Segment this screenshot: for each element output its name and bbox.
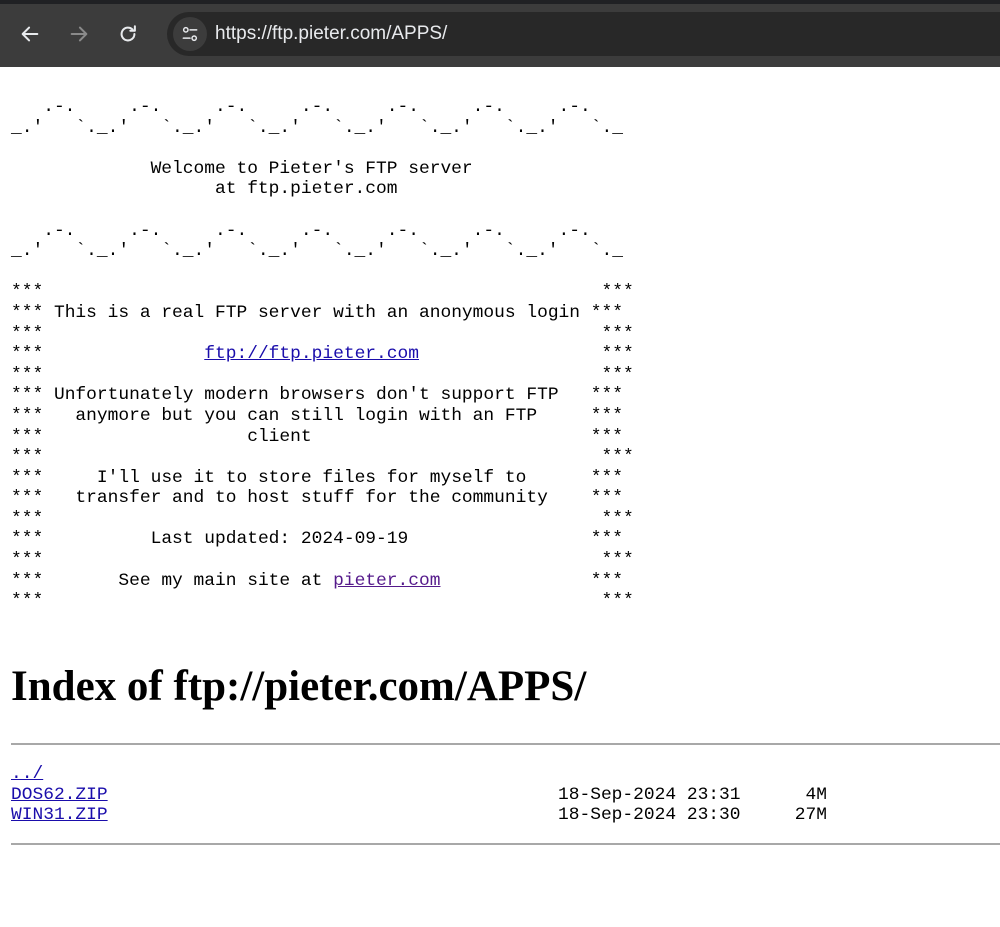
star-border: ***	[590, 385, 623, 406]
star-border: ***	[590, 467, 623, 488]
forward-button[interactable]	[63, 18, 95, 50]
arrow-left-icon	[21, 26, 39, 42]
table-row: DOS62.ZIP 18-Sep-2024 23:31 4M	[11, 785, 1000, 806]
tab-strip-edge	[0, 0, 1000, 4]
star-border: ***	[601, 508, 634, 529]
file-listing: ../ DOS62.ZIP 18-Sep-2024 23:31 4M WIN31…	[11, 764, 1000, 826]
star-border: ***	[590, 302, 623, 323]
star-border: ***	[11, 467, 44, 488]
star-border: ***	[11, 405, 44, 426]
back-button[interactable]	[14, 18, 46, 50]
table-row: WIN31.ZIP 18-Sep-2024 23:30 27M	[11, 805, 1000, 826]
welcome-line-2: at ftp.pieter.com	[11, 179, 398, 200]
star-border: ***	[11, 529, 44, 550]
star-border: ***	[11, 364, 44, 385]
bottom-divider	[11, 843, 1000, 845]
file-link-win31[interactable]: WIN31.ZIP	[11, 805, 108, 826]
star-border: ***	[11, 550, 44, 571]
file-size: 4M	[805, 784, 827, 805]
star-border: ***	[601, 323, 634, 344]
browser-toolbar: https://ftp.pieter.com/APPS/	[0, 0, 1000, 67]
star-border: ***	[11, 591, 44, 612]
star-border: ***	[11, 282, 44, 303]
star-border: ***	[601, 447, 634, 468]
table-row: ../	[11, 764, 1000, 785]
reload-button[interactable]	[112, 18, 144, 50]
ascii-wave-top: .-. .-. .-. .-. .-. .-. .-. _.' `._.' `.…	[11, 97, 623, 138]
star-border: ***	[11, 570, 44, 591]
star-border: ***	[11, 344, 44, 365]
star-border: ***	[590, 529, 623, 550]
star-border: ***	[590, 426, 623, 447]
star-border: ***	[11, 447, 44, 468]
welcome-line-1: Welcome to Pieter's FTP server	[11, 158, 473, 179]
ascii-wave-bottom: .-. .-. .-. .-. .-. .-. .-. _.' `._.' `.…	[11, 220, 623, 262]
file-date: 18-Sep-2024 23:30	[558, 805, 741, 826]
star-border: ***	[590, 488, 623, 509]
star-border: ***	[11, 488, 44, 509]
arrow-right-icon	[70, 26, 88, 42]
parent-directory-link[interactable]: ../	[11, 764, 43, 785]
star-border: ***	[601, 591, 634, 612]
notice-store-line-1: I'll use it to store files for myself to	[43, 467, 591, 488]
star-border: ***	[601, 282, 634, 303]
file-date: 18-Sep-2024 23:31	[558, 784, 741, 805]
last-updated: Last updated: 2024-09-19	[43, 529, 591, 550]
star-border: ***	[601, 550, 634, 571]
star-border: ***	[590, 405, 623, 426]
star-border: ***	[11, 508, 44, 529]
star-border: ***	[601, 344, 634, 365]
star-border: ***	[11, 302, 44, 323]
star-border: ***	[590, 570, 624, 591]
notice-browsers-line-1: Unfortunately modern browsers don't supp…	[43, 385, 591, 406]
main-site-link[interactable]: pieter.com	[333, 571, 440, 591]
index-title: Index of ftp://pieter.com/APPS/	[11, 663, 587, 710]
star-border: ***	[11, 385, 44, 406]
star-border: ***	[11, 426, 44, 447]
address-bar[interactable]: https://ftp.pieter.com/APPS/	[167, 12, 1000, 56]
star-border: ***	[601, 364, 634, 385]
welcome-banner: .-. .-. .-. .-. .-. .-. .-. _.' `._.' `.…	[11, 97, 634, 612]
file-link-dos62[interactable]: DOS62.ZIP	[11, 785, 108, 806]
top-divider	[11, 743, 1000, 745]
main-site-prefix: See my main site at	[43, 570, 334, 591]
file-size: 27M	[794, 805, 827, 826]
reload-icon	[120, 25, 136, 42]
url-text[interactable]: https://ftp.pieter.com/APPS/	[215, 23, 447, 45]
notice-anonymous-login: This is a real FTP server with an anonym…	[43, 302, 591, 323]
star-border: ***	[11, 323, 44, 344]
notice-browsers-line-2: anymore but you can still login with an …	[43, 405, 591, 426]
notice-store-line-2: transfer and to host stuff for the commu…	[43, 488, 591, 509]
ftp-link[interactable]: ftp://ftp.pieter.com	[204, 344, 419, 364]
site-info-button[interactable]	[173, 17, 207, 51]
page-content: .-. .-. .-. .-. .-. .-. .-. _.' `._.' `.…	[11, 67, 1000, 927]
notice-browsers-line-3: client	[43, 426, 591, 447]
tune-icon	[182, 26, 198, 42]
